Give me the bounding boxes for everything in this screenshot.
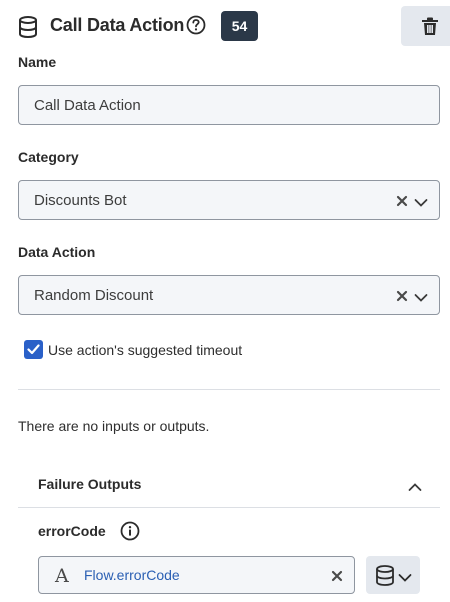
chevron-up-icon[interactable] [408,479,422,491]
trash-icon [422,17,438,35]
error-code-variable-value: Flow.errorCode [84,567,180,583]
no-io-message: There are no inputs or outputs. [18,418,210,434]
name-input[interactable]: Call Data Action [18,85,440,125]
text-type-icon: A [55,565,69,587]
clear-icon[interactable] [396,194,408,207]
panel-header: Call Data Action 54 [0,0,450,52]
database-icon [18,16,38,39]
step-count-badge: 54 [221,11,258,41]
chevron-down-icon[interactable] [414,195,428,207]
failure-outputs-title: Failure Outputs [38,476,142,492]
page-title: Call Data Action [50,15,185,35]
info-icon[interactable] [120,521,140,541]
question-circle-icon[interactable] [186,15,206,35]
variable-source-button[interactable] [366,556,420,594]
failure-outputs-toggle[interactable]: Failure Outputs [18,462,440,508]
data-action-select[interactable]: Random Discount [18,275,440,315]
name-label: Name [18,54,57,70]
chevron-down-icon[interactable] [414,290,428,302]
category-label: Category [18,149,79,165]
delete-button[interactable] [401,6,450,46]
error-code-variable-input[interactable]: A Flow.errorCode [38,556,355,594]
clear-icon[interactable] [331,569,343,582]
timeout-checkbox-label[interactable]: Use action's suggested timeout [48,342,242,358]
clear-icon[interactable] [396,289,408,302]
name-input-value: Call Data Action [34,97,141,114]
error-code-label: errorCode [38,523,106,539]
chevron-down-icon [398,570,412,588]
divider [18,389,440,390]
timeout-checkbox[interactable] [24,340,43,359]
category-select-value: Discounts Bot [34,192,127,209]
database-icon [375,565,395,591]
data-action-select-value: Random Discount [34,287,154,304]
checkmark-icon [27,344,40,355]
category-select[interactable]: Discounts Bot [18,180,440,220]
data-action-label: Data Action [18,244,96,260]
